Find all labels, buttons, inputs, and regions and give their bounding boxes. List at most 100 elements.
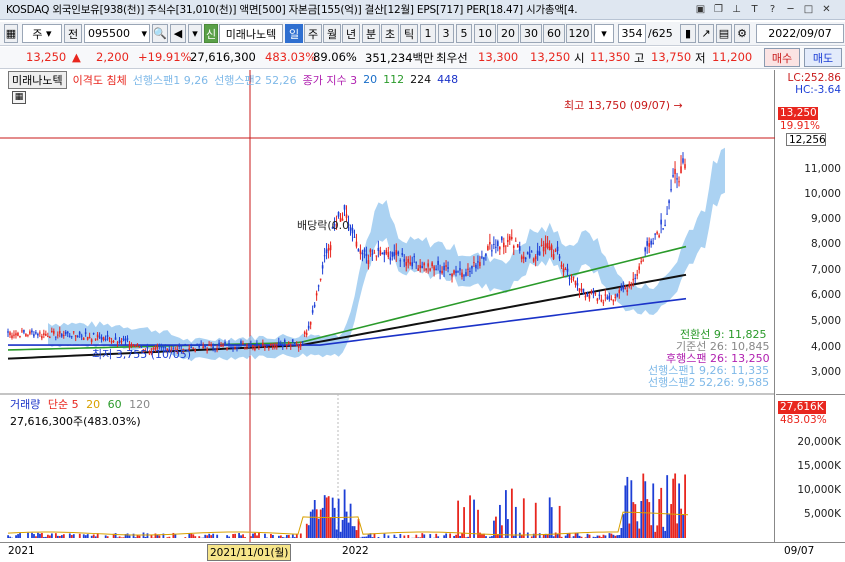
period-year-tab[interactable]: 년 [342,24,360,43]
period-day-tab[interactable]: 일 [285,24,303,43]
company-name[interactable]: 미래나노텍 [219,24,283,43]
interval-3[interactable]: 3 [438,24,454,43]
volume-bar [514,506,517,538]
candle-body [628,283,631,287]
leading-span2-value: 선행스팬2 52,26: 9,585 [648,376,770,389]
prev-button[interactable]: 전 [64,24,82,43]
volume-bar [393,534,396,538]
tick-4000: 4,000 [810,341,841,353]
candle-body [546,242,549,249]
candle-body [395,250,398,255]
candle-body [648,243,650,247]
maximize-icon[interactable]: □ [801,2,816,17]
candle-body [582,288,585,293]
volume-bar [256,535,258,538]
volume-bar [45,536,47,538]
volume-ma20: 20 [86,398,101,411]
restore-icon[interactable]: ▣ [693,2,708,17]
volume-bar [435,533,438,538]
candle-body [674,168,676,175]
period-second-tab[interactable]: 초 [381,24,399,43]
market-select[interactable]: 주 ▾ [22,24,62,43]
interval-20[interactable]: 20 [497,24,519,43]
candle-body [242,343,244,345]
period-minute-tab[interactable]: 분 [362,24,380,43]
interval-10[interactable]: 10 [474,24,496,43]
volume-bar [198,536,201,538]
volume-bar [626,476,629,538]
volume-bar [49,535,51,538]
volume-bar [612,534,615,538]
volume-bar [646,499,649,538]
minimize-icon[interactable]: ─ [783,2,798,17]
price-axis[interactable]: LC:252.86 HC:-3.64 13,250 19.91% 12,256 … [776,70,845,542]
volume-bar [307,525,310,538]
candle-body [250,344,252,347]
candle-body [652,242,654,244]
interval-30[interactable]: 30 [520,24,542,43]
rate-tag: 19.91% [780,120,821,132]
candle-body [570,278,573,280]
interval-60[interactable]: 60 [543,24,565,43]
chart-area[interactable] [0,70,775,542]
compare-icon[interactable]: ▤ [716,24,732,43]
candle-body [425,268,427,271]
candle-body [407,259,410,263]
count-input[interactable]: 354 [618,24,646,43]
period-week-tab[interactable]: 주 [304,24,322,43]
volume-bar [78,533,81,538]
settings-gear-icon[interactable]: ⚙ [734,24,750,43]
interval-dropdown[interactable]: ▾ [594,24,614,43]
chart-canvas[interactable] [0,70,775,542]
candle-body [552,254,555,259]
candle-body [453,270,455,274]
candle-body [355,241,358,247]
interval-1[interactable]: 1 [420,24,436,43]
date-input[interactable]: 2022/09/07 [756,24,844,43]
buy-button[interactable]: 매수 [764,48,800,67]
interval-120[interactable]: 120 [566,24,592,43]
candle-body [540,244,543,246]
help-icon[interactable]: ? [765,2,780,17]
copy-icon[interactable]: ❐ [711,2,726,17]
volume-bar [272,535,274,538]
search-icon[interactable]: 🔍 [152,24,168,43]
volume-bar [58,536,61,538]
volume-bar [564,535,567,538]
period-tick-tab[interactable]: 틱 [400,24,418,43]
volume-bar [54,533,57,538]
volume-bar [264,533,266,538]
candle-body [51,331,53,333]
volume-bar [343,489,346,538]
candle-body [116,342,119,344]
dropdown-icon[interactable]: ▾ [188,24,202,43]
candle-body [469,270,471,272]
candle-body [417,268,419,271]
interval-5[interactable]: 5 [456,24,472,43]
candle-body [578,288,581,292]
volume-bar [349,503,352,538]
bars-icon[interactable]: ▮ [680,24,696,43]
volume-bar [204,534,207,538]
table-toggle-icon[interactable]: ▦ [12,91,26,104]
date-axis[interactable]: 2021 2021/11/01(월) 2022 09/07 [0,542,845,562]
volume-bar [640,500,643,538]
grid-menu-icon[interactable]: ▦ [4,24,18,43]
legend-stock-name[interactable]: 미래나노텍 [8,70,67,89]
candle-body [449,274,451,276]
volume-bar [608,533,611,538]
candle-body [433,266,435,271]
close-icon[interactable]: ✕ [819,2,834,17]
pin-icon[interactable]: ⊥ [729,2,744,17]
candle-body [252,345,254,348]
candle-body [192,347,194,349]
draw-icon[interactable]: ↗ [698,24,714,43]
sell-button[interactable]: 매도 [804,48,842,67]
text-icon[interactable]: T [747,2,762,17]
volume-bar [598,535,601,538]
stock-code-input[interactable]: 095500 ▾ [84,24,150,43]
speaker-icon[interactable]: ◀ [170,24,186,43]
volume-bar [423,534,426,538]
candle-body [481,256,483,258]
period-month-tab[interactable]: 월 [323,24,341,43]
